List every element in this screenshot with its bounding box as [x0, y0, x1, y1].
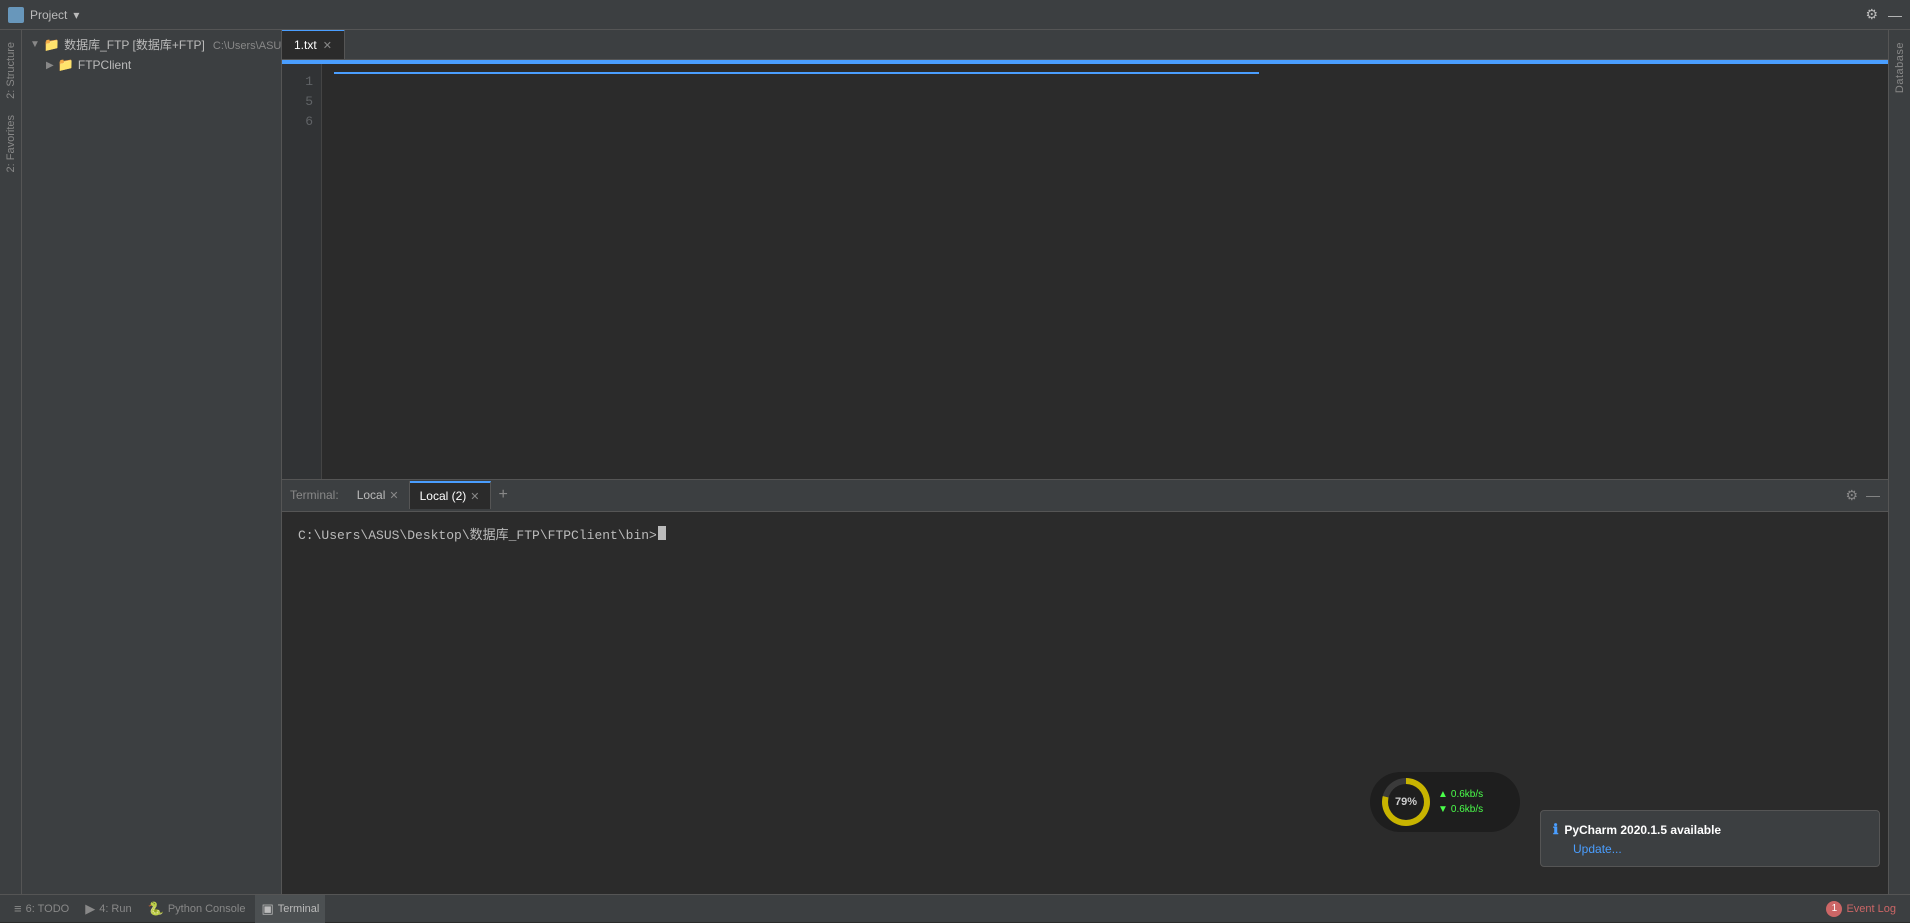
terminal-status-icon: ▣ — [261, 901, 273, 917]
status-python-console[interactable]: 🐍 Python Console — [142, 895, 252, 923]
tab-1-txt-close[interactable]: ✕ — [323, 39, 332, 52]
project-label[interactable]: Project — [30, 8, 67, 22]
project-folder-icon — [8, 7, 24, 23]
net-down-value: 0.6kb/s — [1451, 804, 1483, 815]
expand-arrow-db-ftp: ▼ — [30, 39, 40, 50]
line-num-6: 6 — [282, 112, 321, 132]
folder-icon-db-ftp: 📁 — [44, 37, 60, 53]
terminal-tab-bar: Terminal: Local ✕ Local (2) ✕ + ⚙ — — [282, 480, 1888, 512]
notification-popup: ℹ PyCharm 2020.1.5 available Update... — [1540, 810, 1880, 867]
net-down-arrow: ▼ — [1438, 804, 1448, 815]
cpu-percent: 79% — [1388, 784, 1424, 820]
status-run[interactable]: ▶ 4: Run — [79, 895, 137, 923]
sidebar-item-structure[interactable]: 2: Structure — [1, 34, 21, 107]
notification-update-link[interactable]: Update... — [1573, 842, 1867, 856]
status-event-log[interactable]: 1 Event Log — [1820, 901, 1902, 917]
left-vertical-tabs: 2: Structure 2: Favorites — [0, 30, 22, 894]
tab-1-txt[interactable]: 1.txt ✕ — [282, 30, 345, 59]
terminal-tab-local2-label: Local (2) — [420, 489, 467, 503]
editor-content: 1 5 6 — [282, 64, 1888, 479]
net-up-value: 0.6kb/s — [1451, 789, 1483, 800]
status-bar: ≡ 6: TODO ▶ 4: Run 🐍 Python Console ▣ Te… — [0, 894, 1910, 922]
status-todo[interactable]: ≡ 6: TODO — [8, 895, 75, 923]
settings-icon[interactable]: ⚙ — [1865, 6, 1878, 23]
terminal-prompt: C:\Users\ASUS\Desktop\数据库_FTP\FTPClient\… — [298, 524, 1872, 543]
right-sidebar: Database — [1888, 30, 1910, 894]
project-dropdown-arrow[interactable]: ▾ — [73, 8, 79, 22]
terminal-status-label: Terminal — [278, 903, 320, 915]
event-log-count: 1 — [1826, 901, 1842, 917]
editor-tab-bar: 1.txt ✕ — [282, 30, 1888, 60]
performance-widget[interactable]: 79% ▲ 0.6kb/s ▼ 0.6kb/s — [1370, 772, 1520, 832]
editor-area: 1.txt ✕ 1 5 6 T — [282, 30, 1888, 894]
tree-item-db-ftp-path: C:\Users\ASUS\Desktop\数据库_FTP — [213, 37, 281, 53]
notification-title: ℹ PyCharm 2020.1.5 available — [1553, 821, 1867, 838]
terminal-settings-area: ⚙ — — [1845, 487, 1880, 504]
project-panel: ▼ 📁 数据库_FTP [数据库+FTP] C:\Users\ASUS\Desk… — [22, 30, 282, 894]
tree-item-db-ftp[interactable]: ▼ 📁 数据库_FTP [数据库+FTP] C:\Users\ASUS\Desk… — [22, 34, 281, 55]
tree-item-ftpclient[interactable]: ▶ 📁 FTPClient — [22, 55, 281, 75]
terminal-tab-local-close[interactable]: ✕ — [389, 489, 398, 502]
sidebar-item-favorites[interactable]: 2: Favorites — [1, 107, 21, 180]
net-upload: ▲ 0.6kb/s — [1438, 789, 1483, 800]
status-terminal[interactable]: ▣ Terminal — [255, 895, 325, 923]
terminal-tab-local2[interactable]: Local (2) ✕ — [410, 481, 491, 509]
notification-title-text: PyCharm 2020.1.5 available — [1564, 823, 1721, 837]
line-num-1: 1 — [282, 72, 321, 92]
terminal-add-tab-button[interactable]: + — [491, 486, 516, 504]
run-icon: ▶ — [85, 901, 95, 917]
net-download: ▼ 0.6kb/s — [1438, 804, 1483, 815]
run-label: 4: Run — [99, 903, 131, 915]
terminal-settings-icon[interactable]: ⚙ — [1845, 487, 1858, 504]
todo-label: 6: TODO — [26, 903, 70, 915]
project-tree: ▼ 📁 数据库_FTP [数据库+FTP] C:\Users\ASUS\Desk… — [22, 30, 281, 894]
network-stats: ▲ 0.6kb/s ▼ 0.6kb/s — [1438, 789, 1483, 815]
terminal-minimize-icon[interactable]: — — [1866, 487, 1880, 503]
terminal-cursor — [658, 526, 666, 540]
tree-item-db-ftp-name: 数据库_FTP [数据库+FTP] — [64, 36, 205, 53]
tab-1-txt-label: 1.txt — [294, 38, 317, 52]
line-numbers: 1 5 6 — [282, 64, 322, 479]
tree-item-ftpclient-name: FTPClient — [78, 58, 131, 72]
event-log-label: Event Log — [1846, 903, 1896, 915]
title-bar-icons: ⚙ — — [1865, 6, 1902, 23]
title-bar: Project ▾ ⚙ — — [0, 0, 1910, 30]
terminal-tab-local-label: Local — [357, 488, 386, 502]
database-sidebar-label[interactable]: Database — [1894, 42, 1906, 93]
python-console-label: Python Console — [168, 903, 246, 915]
status-right: 1 Event Log — [1820, 901, 1902, 917]
terminal-label: Terminal: — [290, 488, 339, 502]
python-console-icon: 🐍 — [148, 901, 164, 917]
line-num-5: 5 — [282, 92, 321, 112]
expand-arrow-ftpclient: ▶ — [46, 60, 54, 71]
editor-text-area[interactable] — [322, 64, 1888, 479]
terminal-tab-local[interactable]: Local ✕ — [347, 481, 410, 509]
cpu-circle: 79% — [1382, 778, 1430, 826]
todo-icon: ≡ — [14, 901, 22, 916]
terminal-tab-local2-close[interactable]: ✕ — [470, 490, 479, 503]
minimize-icon[interactable]: — — [1888, 7, 1902, 23]
title-bar-left: Project ▾ — [8, 7, 79, 23]
folder-icon-ftpclient: 📁 — [58, 57, 74, 73]
net-up-arrow: ▲ — [1438, 789, 1448, 800]
notification-info-icon: ℹ — [1553, 821, 1558, 838]
terminal-prompt-text: C:\Users\ASUS\Desktop\数据库_FTP\FTPClient\… — [298, 524, 657, 543]
